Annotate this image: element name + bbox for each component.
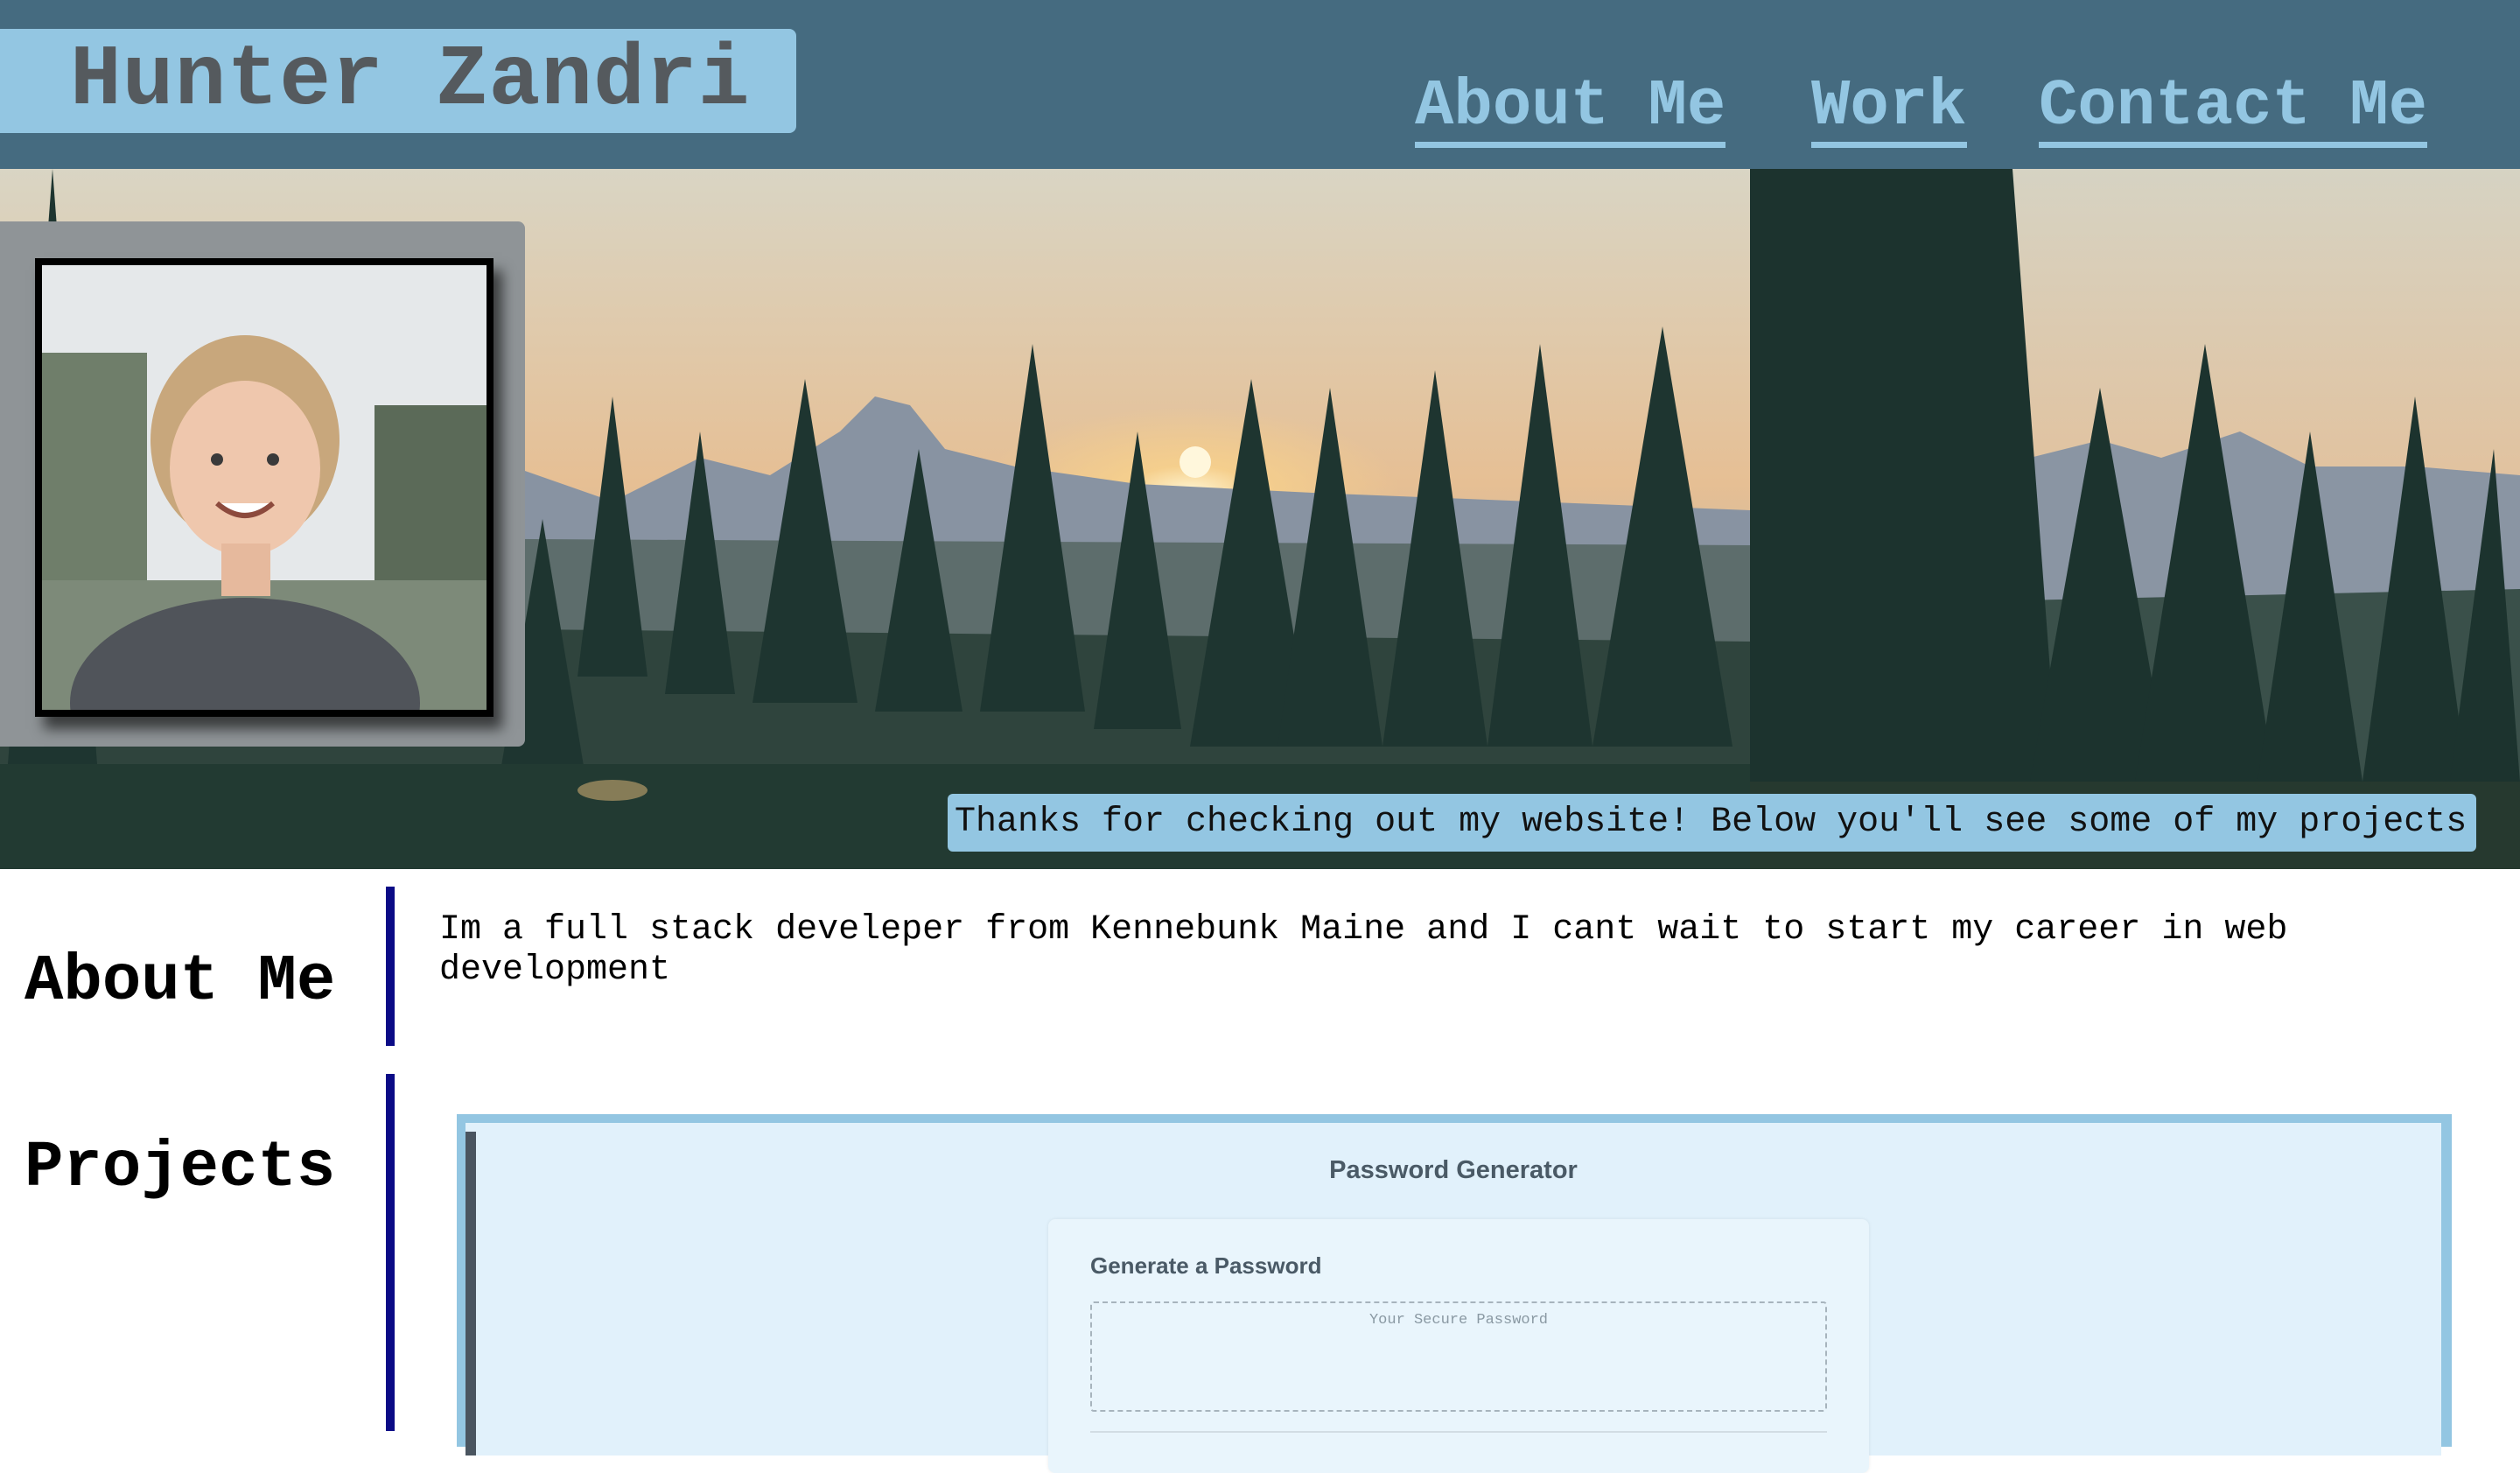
site-header: Hunter Zandri About Me Work Contact Me [0, 0, 2520, 169]
projects-heading: Projects [24, 1132, 336, 1205]
password-placeholder: Your Secure Password [1368, 1312, 1549, 1329]
project-app-card-title: Generate a Password [1090, 1252, 1322, 1279]
hero-tagline: Thanks for checking out my website! Belo… [948, 794, 2476, 852]
password-output-field: Your Secure Password [1090, 1301, 1827, 1412]
project-app-card: Generate a Password Your Secure Password [1048, 1219, 1869, 1473]
portrait-photo [35, 258, 494, 717]
project-card-password-generator[interactable]: Password Generator Generate a Password Y… [457, 1114, 2452, 1473]
project-app-title: Password Generator [1329, 1156, 1578, 1184]
about-heading: About Me [24, 945, 336, 1019]
nav-link-work[interactable]: Work [1811, 72, 1967, 148]
about-divider [386, 887, 395, 1046]
hero-banner: Thanks for checking out my website! Belo… [0, 169, 2520, 869]
nav-link-about-me[interactable]: About Me [1415, 72, 1726, 148]
portrait-frame [0, 221, 525, 747]
project-screenshot: Password Generator Generate a Password Y… [466, 1123, 2441, 1473]
site-brand: Hunter Zandri [0, 29, 796, 133]
nav-link-contact-me[interactable]: Contact Me [2039, 72, 2428, 148]
projects-divider [386, 1074, 395, 1431]
project-app-divider [1090, 1431, 1827, 1433]
about-text: Im a full stack develeper from Kennebunk… [439, 910, 2288, 990]
landscape-photo-right [1750, 169, 2520, 869]
